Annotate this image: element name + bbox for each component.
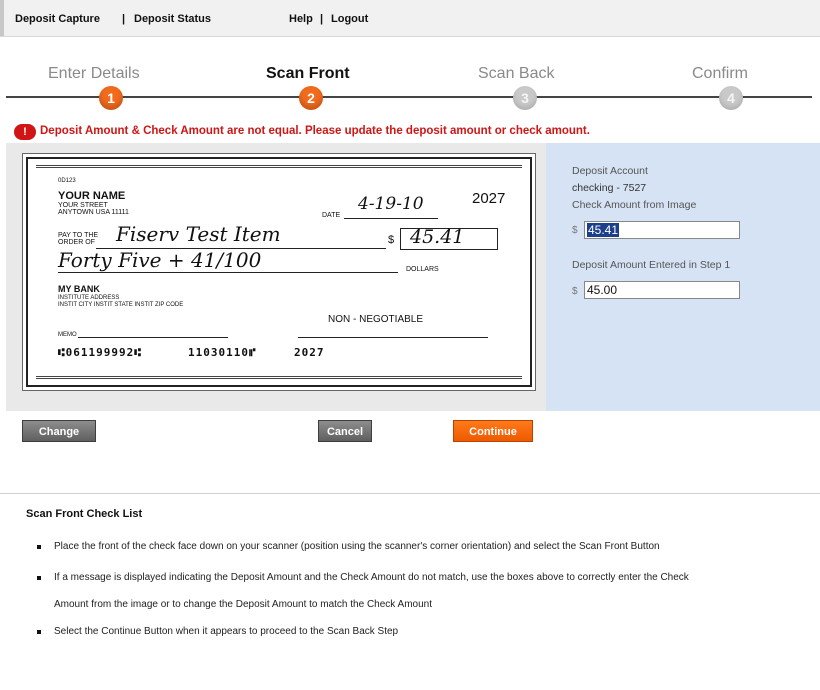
deposit-account-value: checking - 7527 [572,182,647,194]
step-1-badge: 1 [99,86,123,110]
exclamation-icon: ! [14,124,36,140]
step-label-scan-front: Scan Front [266,65,350,82]
micr-routing: ⑆061199992⑆ [58,346,142,359]
step-4-badge: 4 [719,86,743,110]
check-payee: Fiserv Test Item [116,222,281,246]
check-amount-label: Check Amount from Image [572,199,697,211]
check-amount-numeric: 45.41 [410,226,465,248]
checklist-title: Scan Front Check List [26,508,143,520]
section-divider [0,493,820,494]
check-number: 2027 [472,190,506,207]
check-amount-input-value: 45.41 [587,223,620,237]
continue-button[interactable]: Continue [453,420,533,442]
help-link[interactable]: Help [289,13,313,25]
nav-accent-line [0,0,4,36]
check-image-panel: 0D123 YOUR NAME YOUR STREET ANYTOWN USA … [6,143,546,411]
date-line [344,218,438,219]
check-image: 0D123 YOUR NAME YOUR STREET ANYTOWN USA … [26,157,532,387]
checklist-item-continuation: Amount from the image or to change the D… [54,599,432,610]
checklist-bullet [37,545,41,549]
checklist-item: Place the front of the check face down o… [54,541,660,552]
deposit-amount-label: Deposit Amount Entered in Step 1 [572,259,731,271]
logout-link[interactable]: Logout [331,13,368,25]
pay-to-label: PAY TO THE [58,232,99,239]
step-label-enter-details: Enter Details [48,65,140,82]
signature-line [298,337,488,338]
deposit-account-label: Deposit Account [572,165,648,177]
check-payer-city: ANYTOWN USA 11111 [58,209,129,216]
checklist-bullet [37,630,41,634]
order-of-label: ORDER OF [58,239,95,246]
check-amount-input[interactable]: 45.41 [584,221,740,239]
bank-name: MY BANK [58,284,100,294]
micr-check-number: 2027 [294,346,325,359]
deposit-capture-link[interactable]: Deposit Capture [15,13,100,25]
top-nav-bar: Deposit Capture | Deposit Status Help | … [0,0,820,37]
deposit-status-link[interactable]: Deposit Status [134,13,211,25]
checklist-bullet [37,576,41,580]
micr-account: 11030110⑈ [188,346,257,359]
checklist-item: Select the Continue Button when it appea… [54,626,399,637]
deposit-amount-input[interactable]: 45.00 [584,281,740,299]
step-2-badge: 2 [299,86,323,110]
bank-address-2: INSTIT CITY INSTIT STATE INSTIT ZIP CODE [58,302,184,308]
non-negotiable-label: NON - NEGOTIABLE [328,314,424,325]
check-amount-currency: $ [572,225,578,236]
nav-separator: | [320,13,324,25]
check-payer-name: YOUR NAME [58,190,126,202]
checklist-item: If a message is displayed indicating the… [54,572,689,583]
nav-separator: | [122,13,126,25]
step-label-scan-back: Scan Back [478,65,555,82]
written-amount-line [58,272,398,273]
dollars-label: DOLLARS [406,266,439,273]
cancel-button[interactable]: Cancel [318,420,372,442]
memo-label: MEMO [58,332,77,338]
deposit-info-panel: Deposit Account checking - 7527 Check Am… [546,143,820,411]
change-button[interactable]: Change [22,420,96,442]
check-border: 0D123 YOUR NAME YOUR STREET ANYTOWN USA … [36,165,522,379]
error-message: Deposit Amount & Check Amount are not eq… [40,125,590,137]
check-date: 4-19-10 [358,194,424,214]
bank-address-1: INSTITUTE ADDRESS [58,295,120,301]
step-3-badge: 3 [513,86,537,110]
check-payer-street: YOUR STREET [58,202,108,209]
step-progress-line [6,96,812,98]
memo-line [78,337,228,338]
check-code: 0D123 [58,178,76,184]
check-written-amount: Forty Five + 41/100 [58,248,262,272]
check-dollar-sign: $ [388,234,395,246]
step-label-confirm: Confirm [692,65,749,82]
deposit-amount-input-value: 45.00 [587,283,618,297]
deposit-amount-currency: $ [572,286,578,297]
check-date-label: DATE [322,212,341,219]
